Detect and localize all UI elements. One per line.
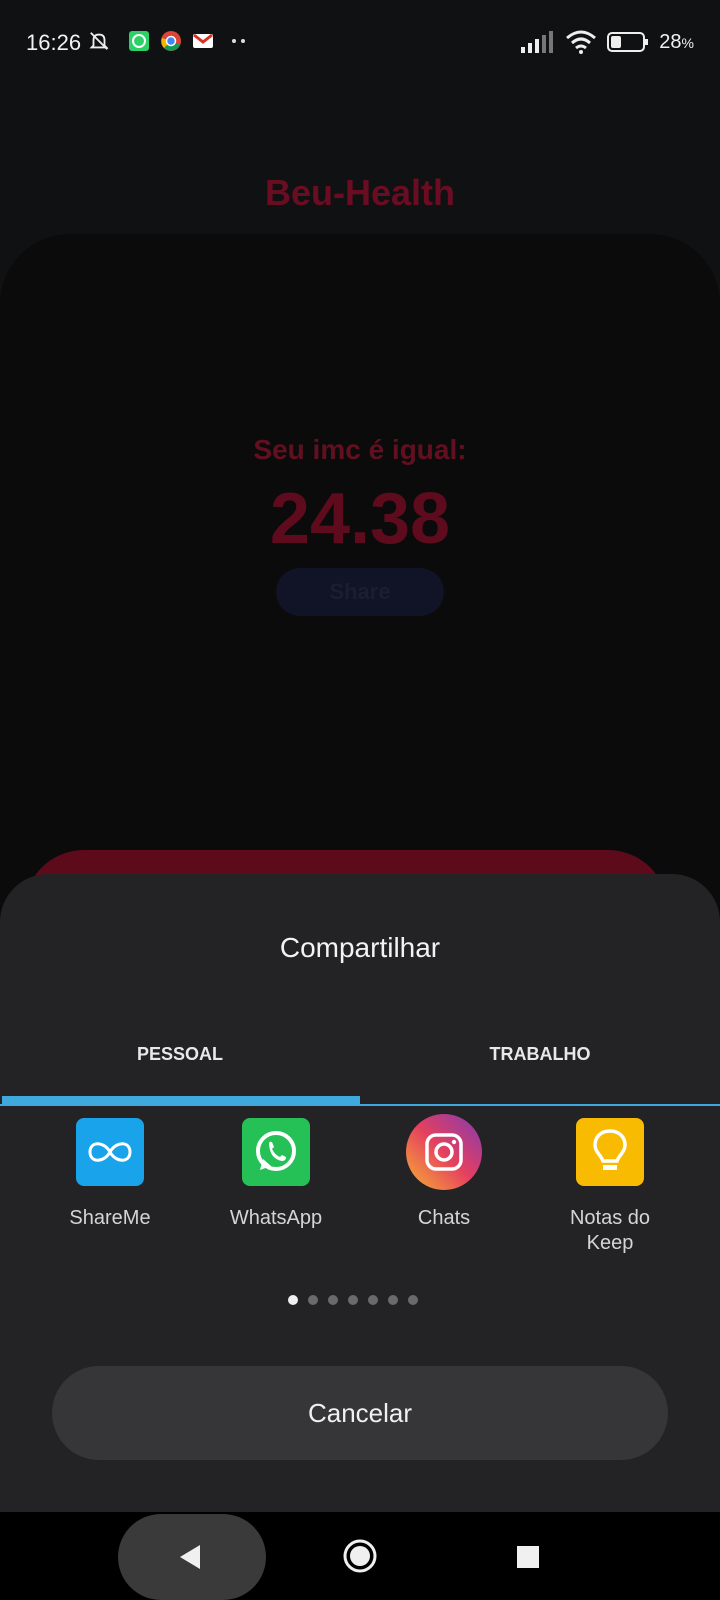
cancel-button[interactable]: Cancelar [52,1366,668,1460]
more-dots-icon [232,39,245,43]
share-button[interactable]: Share [276,568,444,616]
instagram-icon [406,1114,482,1190]
page-dot [388,1295,398,1305]
app-label: WhatsApp [229,1207,323,1229]
battery-icon [607,32,649,52]
app-chats[interactable]: Chats [364,1114,524,1231]
page-dot-active [288,1295,298,1305]
page-dot [308,1295,318,1305]
wifi-icon [566,30,597,54]
page-indicator [288,1295,418,1305]
app-shareme[interactable]: ShareMe [30,1118,190,1231]
whatsapp-icon [129,31,149,51]
imc-label: Seu imc é igual: [253,434,467,465]
tab-trabalho[interactable]: TRABALHO [360,1044,720,1065]
gmail-icon [193,33,213,48]
home-icon[interactable] [342,1538,378,1574]
app-label: ShareMe [69,1207,151,1229]
whatsapp-icon [242,1118,310,1186]
app-label: Notas do Keep [569,1207,651,1254]
back-icon[interactable] [176,1542,204,1572]
tab-pessoal[interactable]: PESSOAL [0,1044,360,1065]
clock: 16:26 [26,30,82,55]
page-dot [328,1295,338,1305]
chrome-icon [161,31,181,51]
mute-icon [89,32,109,50]
app-whatsapp[interactable]: WhatsApp [196,1118,356,1231]
battery-level: 28% [659,30,694,53]
tab-selected-indicator [2,1096,360,1105]
page-dot [408,1295,418,1305]
status-right: 28% [521,30,694,54]
page-dot [348,1295,358,1305]
keep-icon [576,1118,644,1186]
status-bar: 16:26 28% [0,0,720,88]
app-title: Beu-Health [264,172,456,213]
signal-icon [521,31,554,53]
imc-value: 24.38 [269,479,451,559]
page-dot [368,1295,378,1305]
share-sheet-title: Compartilhar [279,932,441,963]
recents-icon[interactable] [516,1545,540,1569]
app-keep[interactable]: Notas do Keep [530,1118,690,1256]
app-label: Chats [417,1207,471,1229]
shareme-icon [76,1118,144,1186]
